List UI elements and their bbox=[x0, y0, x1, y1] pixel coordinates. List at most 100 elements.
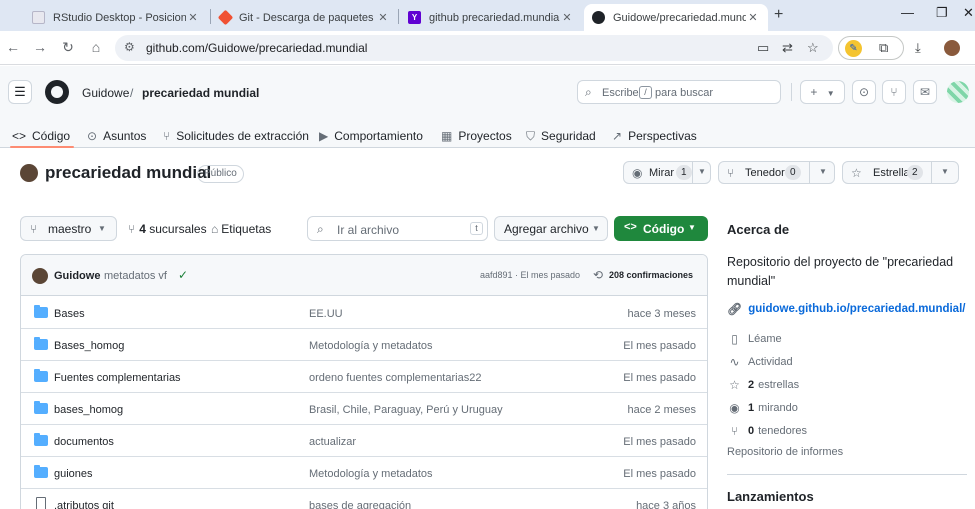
download-icon[interactable]: ⤓ bbox=[915, 40, 921, 56]
commits-link[interactable]: 208 confirmaciones bbox=[609, 270, 693, 280]
menu-icon[interactable]: ☰ bbox=[8, 80, 32, 104]
homepage-link[interactable]: 🔗︎ guidowe.github.io/precariedad.mundial… bbox=[727, 302, 965, 316]
file-name[interactable]: Bases_homog bbox=[54, 340, 124, 352]
file-commit-message[interactable]: actualizar bbox=[309, 436, 356, 448]
chevron-down-icon[interactable]: ▼ bbox=[819, 167, 827, 176]
install-app-icon[interactable]: ▭ bbox=[757, 40, 769, 56]
table-row[interactable]: documentos actualizar El mes pasado bbox=[21, 425, 707, 457]
file-name[interactable]: guiones bbox=[54, 468, 93, 480]
restore-icon[interactable]: ❐ bbox=[936, 5, 948, 21]
breadcrumb-separator: / bbox=[130, 86, 134, 100]
close-icon[interactable]: ✕ bbox=[186, 11, 200, 24]
table-row[interactable]: .atributos git bases de agregación hace … bbox=[21, 489, 707, 509]
branches-link[interactable]: ⑂ 4 sucursales bbox=[128, 222, 207, 236]
puzzle-icon[interactable]: ⧉ bbox=[879, 40, 888, 56]
fork-button[interactable]: ⑂ Tenedor 0 ▼ bbox=[718, 161, 835, 184]
chevron-down-icon[interactable]: ▼ bbox=[941, 167, 949, 176]
browser-tab-title: RStudio Desktop - Posicionar bbox=[53, 11, 186, 24]
bookmark-star-icon[interactable]: ☆ bbox=[807, 40, 819, 56]
table-row[interactable]: guiones Metodología y metadatos El mes p… bbox=[21, 457, 707, 489]
close-icon[interactable]: ✕ bbox=[746, 11, 760, 24]
tab-actions[interactable]: ▶ Comportamiento bbox=[319, 124, 423, 148]
releases-heading[interactable]: Lanzamientos bbox=[727, 489, 814, 504]
omnibox[interactable]: ⚙ github.com/Guidowe/precariedad.mundial… bbox=[115, 35, 833, 61]
owner-avatar[interactable] bbox=[20, 164, 38, 182]
minimize-icon[interactable]: — bbox=[901, 5, 914, 20]
commit-author-avatar[interactable] bbox=[32, 268, 48, 284]
inbox-button[interactable]: ✉ bbox=[913, 80, 937, 104]
table-row[interactable]: Bases_homog Metodología y metadatos El m… bbox=[21, 329, 707, 361]
table-row[interactable]: Fuentes complementarias ordeno fuentes c… bbox=[21, 361, 707, 393]
file-name[interactable]: documentos bbox=[54, 436, 114, 448]
watch-button[interactable]: ◉ Mirar 1 ▼ bbox=[623, 161, 711, 184]
file-name[interactable]: Bases bbox=[54, 308, 85, 320]
stars-link[interactable]: ☆ 2 estrellas bbox=[727, 378, 799, 392]
code-button[interactable]: <> Código ▼ bbox=[614, 216, 708, 241]
profile-avatar[interactable] bbox=[944, 40, 960, 56]
close-icon[interactable]: ✕ bbox=[376, 11, 390, 24]
readme-link[interactable]: ▯ Léame bbox=[727, 332, 781, 346]
file-commit-message[interactable]: ordeno fuentes complementarias22 bbox=[309, 372, 481, 384]
tab-insights[interactable]: ↗ Perspectivas bbox=[612, 124, 697, 148]
home-icon[interactable]: ⌂ bbox=[87, 39, 105, 55]
browser-tab-yahoo[interactable]: Y github precariedad.mundial - Y ✕ bbox=[400, 4, 582, 31]
close-icon[interactable]: ✕ bbox=[560, 11, 574, 24]
file-icon bbox=[36, 497, 46, 509]
tags-link[interactable]: ⌂ Etiquetas bbox=[211, 222, 271, 236]
tab-pull-requests[interactable]: ⑂ Solicitudes de extracción bbox=[163, 124, 309, 148]
forks-label: tenedores bbox=[758, 425, 808, 437]
add-file-button[interactable]: Agregar archivo ▼ bbox=[494, 216, 608, 241]
branch-selector[interactable]: ⑂ maestro ▼ bbox=[20, 216, 117, 241]
file-commit-message[interactable]: Brasil, Chile, Paraguay, Perú y Uruguay bbox=[309, 404, 503, 416]
back-icon[interactable]: ← bbox=[4, 39, 22, 55]
repo-title[interactable]: precariedad mundial bbox=[45, 163, 211, 183]
breadcrumb-owner[interactable]: Guidowe bbox=[82, 86, 129, 100]
tab-security[interactable]: ⛉ Seguridad bbox=[526, 124, 596, 148]
file-commit-message[interactable]: Metodología y metadatos bbox=[309, 340, 433, 352]
reload-icon[interactable]: ↻ bbox=[59, 39, 77, 56]
table-row[interactable]: bases_homog Brasil, Chile, Paraguay, Per… bbox=[21, 393, 707, 425]
file-name[interactable]: .atributos git bbox=[54, 500, 114, 509]
homepage-link-text[interactable]: guidowe.github.io/precariedad.mundial/ bbox=[748, 303, 965, 315]
issues-button[interactable]: ⊙ bbox=[852, 80, 876, 104]
watchers-link[interactable]: ◉ 1 mirando bbox=[727, 401, 798, 415]
breadcrumb-repo[interactable]: precariedad mundial bbox=[142, 86, 259, 100]
extension-icon[interactable]: ✎ bbox=[845, 40, 862, 57]
translate-icon[interactable]: ⇄ bbox=[782, 40, 793, 56]
go-to-file-input[interactable]: ⌕ Ir al archivo t bbox=[307, 216, 488, 241]
file-name[interactable]: Fuentes complementarias bbox=[54, 372, 181, 384]
commits-count: 208 bbox=[609, 270, 625, 280]
user-avatar[interactable] bbox=[947, 81, 969, 103]
create-new-button[interactable]: + ▼ bbox=[800, 80, 845, 104]
check-icon[interactable]: ✓ bbox=[178, 268, 188, 282]
yahoo-favicon-icon: Y bbox=[408, 11, 421, 24]
tab-issues[interactable]: ⊙ Asuntos bbox=[87, 124, 146, 148]
github-logo-icon[interactable] bbox=[45, 80, 69, 104]
report-repository-link[interactable]: Repositorio de informes bbox=[727, 446, 843, 458]
commit-message[interactable]: metadatos vf bbox=[104, 270, 167, 282]
file-commit-message[interactable]: EE.UU bbox=[309, 308, 343, 320]
file-commit-message[interactable]: bases de agregación bbox=[309, 500, 411, 509]
tab-projects[interactable]: ▦ Proyectos bbox=[441, 124, 512, 148]
new-tab-icon[interactable]: + bbox=[774, 6, 783, 24]
file-commit-message[interactable]: Metodología y metadatos bbox=[309, 468, 433, 480]
site-info-icon[interactable]: ⚙ bbox=[124, 40, 135, 54]
commit-author[interactable]: Guidowe bbox=[54, 270, 100, 282]
browser-tab-rstudio[interactable]: RStudio Desktop - Posicionar ✕ bbox=[24, 4, 208, 31]
tab-code[interactable]: <> Código bbox=[12, 124, 70, 148]
file-name[interactable]: bases_homog bbox=[54, 404, 123, 416]
commit-hash-time[interactable]: aafd891 · El mes pasado bbox=[480, 270, 580, 280]
close-window-icon[interactable]: ✕ bbox=[963, 5, 974, 21]
table-row[interactable]: Bases EE.UU hace 3 meses bbox=[21, 297, 707, 329]
activity-link[interactable]: ∿ Actividad bbox=[727, 355, 792, 369]
chevron-down-icon[interactable]: ▼ bbox=[698, 167, 706, 176]
pull-requests-button[interactable]: ⑂ bbox=[882, 80, 906, 104]
forward-icon[interactable]: → bbox=[31, 39, 49, 55]
browser-tab-git[interactable]: Git - Descarga de paquetes ✕ bbox=[212, 4, 398, 31]
search-input[interactable]: ⌕ Escribe / para buscar bbox=[577, 80, 781, 104]
browser-tab-github[interactable]: Guidowe/precariedad.mundial ✕ bbox=[584, 4, 768, 31]
star-button[interactable]: ☆ Estrella 2 ▼ bbox=[842, 161, 959, 184]
url-text[interactable]: github.com/Guidowe/precariedad.mundial bbox=[146, 41, 367, 55]
forks-link[interactable]: ⑂ 0 tenedores bbox=[727, 424, 807, 438]
git-favicon-icon bbox=[217, 9, 234, 26]
